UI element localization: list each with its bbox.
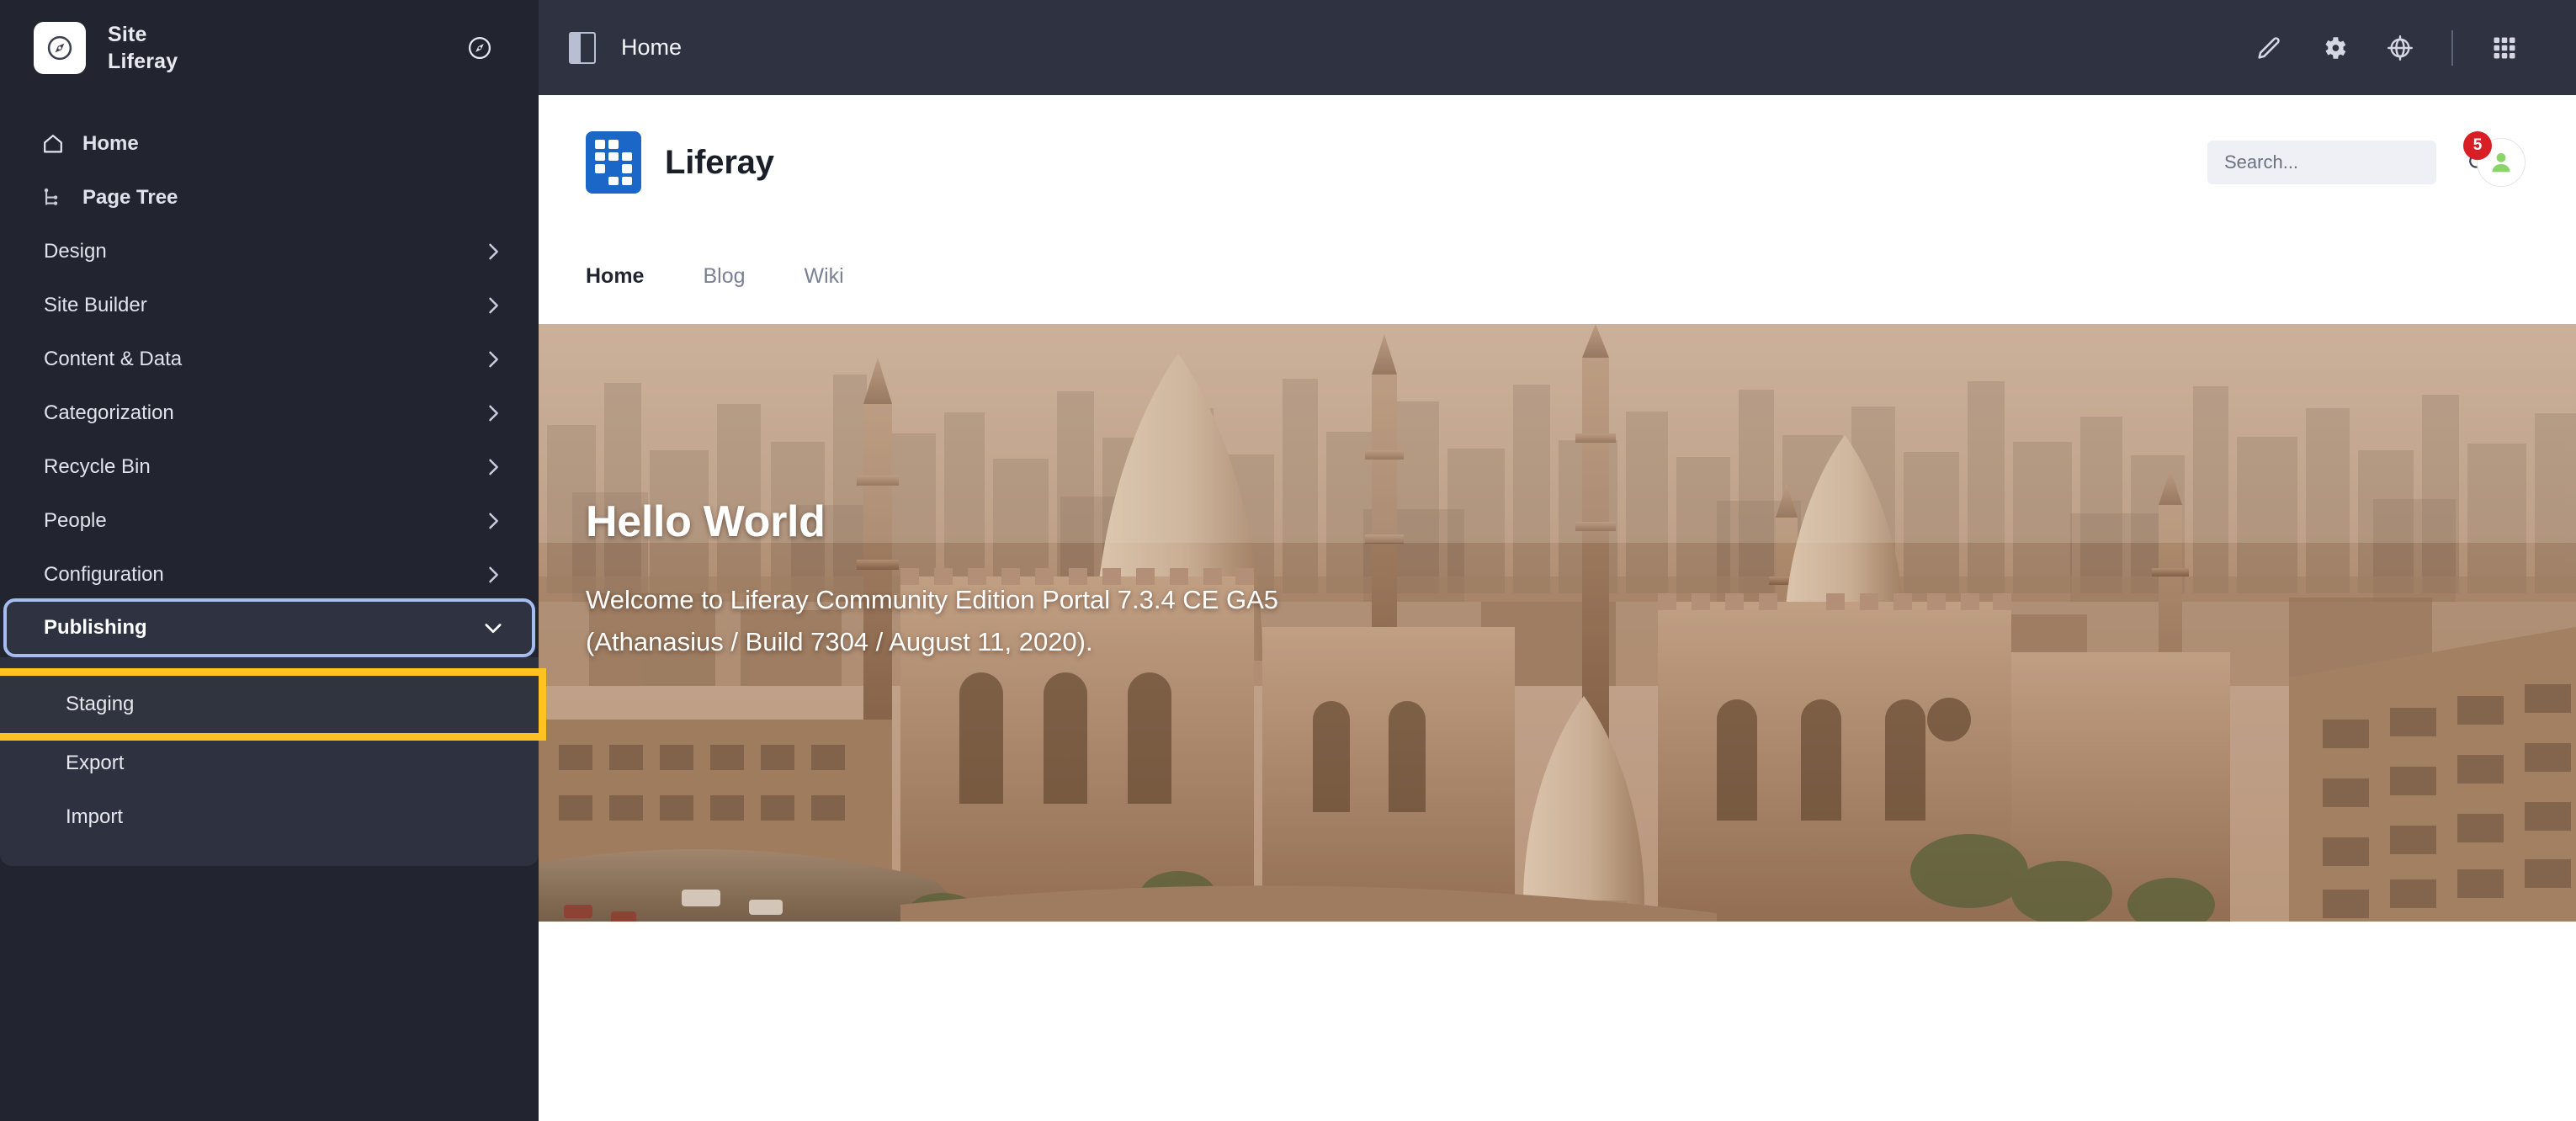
edit-pencil-icon: [2258, 36, 2280, 59]
sidebar-item-content-and-data[interactable]: Content & Data: [0, 332, 539, 386]
hero-content: Hello World Welcome to Liferay Community…: [539, 324, 2576, 922]
app-root: Home Liferay Search... 5 Home Blog Wiki …: [0, 0, 2576, 1121]
sidebar-item-label: People: [44, 509, 107, 532]
apps-grid-button[interactable]: [2472, 15, 2537, 81]
user-avatar-icon: [2492, 152, 2510, 173]
sidebar-panel-icon: [569, 31, 596, 64]
chevron-right-icon: [481, 455, 505, 479]
hero-subtitle: Welcome to Liferay Community Edition Por…: [586, 579, 1343, 662]
globe-target-button[interactable]: [2367, 15, 2433, 81]
compass-icon: [47, 35, 72, 60]
grid-apps-icon: [2494, 37, 2515, 58]
sidebar-item-site-builder[interactable]: Site Builder: [0, 279, 539, 332]
sidebar-item-label: Content & Data: [44, 348, 183, 370]
settings-button[interactable]: [2302, 15, 2367, 81]
gear-icon: [2325, 36, 2346, 59]
sidebar-subitem-staging[interactable]: Staging: [0, 668, 546, 741]
top-bar: Home: [539, 0, 2576, 95]
sidebar-site-name: Liferay: [108, 49, 178, 73]
sidebar-item-page-tree[interactable]: Page Tree: [0, 171, 539, 225]
edit-button[interactable]: [2236, 15, 2302, 81]
sidebar-item-label: Home: [82, 132, 139, 155]
sidebar-item-people[interactable]: People: [0, 494, 539, 548]
chevron-right-icon: [481, 509, 505, 533]
chevron-right-icon: [481, 348, 505, 371]
site-logo-button[interactable]: [34, 21, 86, 74]
sidebar-title-label: Site: [108, 22, 147, 46]
liferay-logo-icon: [586, 131, 641, 194]
sidebar-subitem-import[interactable]: Import: [0, 790, 539, 844]
sidebar-header: Site Liferay: [0, 0, 539, 95]
sidebar-toggle-button[interactable]: [562, 28, 603, 68]
page-tree-icon: [39, 183, 67, 212]
publishing-submenu: Staging Export Import: [0, 657, 546, 866]
product-menu-sidebar: Site Liferay Home Page Tree Design Site …: [0, 0, 546, 1121]
tab-wiki[interactable]: Wiki: [805, 264, 844, 294]
sidebar-subitem-label: Import: [66, 805, 124, 828]
sidebar-subitem-export[interactable]: Export: [0, 736, 539, 790]
search-input[interactable]: [2224, 151, 2467, 173]
sidebar-item-label: Configuration: [44, 563, 164, 586]
site-switcher-button[interactable]: [461, 29, 498, 66]
sidebar-nav: Home Page Tree Design Site Builder Conte…: [0, 95, 546, 866]
hero-subtitle-line-2: (Athanasius / Build 7304 / August 11, 20…: [586, 626, 1093, 656]
site-header-row: Liferay 5: [539, 95, 2576, 230]
tab-home[interactable]: Home: [586, 264, 644, 294]
chevron-down-icon: [481, 616, 505, 640]
toolbar-divider: [2451, 29, 2453, 66]
sidebar-item-home[interactable]: Home: [0, 117, 539, 171]
sidebar-item-design[interactable]: Design: [0, 225, 539, 279]
page-title: Home: [621, 35, 683, 60]
user-menu[interactable]: 5: [2463, 131, 2526, 187]
sidebar-item-label: Categorization: [44, 401, 174, 424]
notification-badge: 5: [2463, 131, 2492, 160]
home-icon: [39, 130, 67, 158]
sidebar-item-label: Publishing: [44, 616, 147, 639]
chevron-right-icon: [481, 240, 505, 263]
sidebar-item-label: Page Tree: [82, 186, 178, 209]
hero-banner: Hello World Welcome to Liferay Community…: [539, 324, 2576, 922]
search-box[interactable]: [2207, 141, 2487, 184]
sidebar-item-categorization[interactable]: Categorization: [0, 386, 539, 440]
tab-blog[interactable]: Blog: [703, 264, 745, 294]
sidebar-item-label: Site Builder: [44, 294, 147, 316]
top-bar-actions: [2236, 15, 2537, 81]
sidebar-item-label: Recycle Bin: [44, 455, 151, 478]
sidebar-subitem-label: Staging: [66, 693, 135, 715]
chevron-right-icon: [481, 294, 505, 317]
hero-title: Hello World: [586, 497, 826, 546]
sidebar-item-recycle-bin[interactable]: Recycle Bin: [0, 440, 539, 494]
chevron-right-icon: [481, 563, 505, 587]
sidebar-item-label: Design: [44, 240, 107, 263]
site-brand-name: Liferay: [665, 143, 774, 181]
chevron-right-icon: [481, 401, 505, 425]
site-header-right: 5: [2207, 131, 2526, 187]
sidebar-subitem-label: Export: [66, 752, 125, 774]
compass-outline-icon: [468, 36, 491, 59]
site-page-header: Liferay 5: [539, 95, 2576, 324]
hero-subtitle-line-1: Welcome to Liferay Community Edition Por…: [586, 585, 1278, 614]
sidebar-item-publishing[interactable]: Publishing: [3, 598, 535, 657]
sidebar-title: Site Liferay: [108, 21, 178, 75]
globe-target-icon: [2387, 35, 2413, 61]
sidebar-item-configuration[interactable]: Configuration: [0, 548, 539, 602]
site-nav-tabs: Home Blog Wiki: [539, 230, 2576, 294]
